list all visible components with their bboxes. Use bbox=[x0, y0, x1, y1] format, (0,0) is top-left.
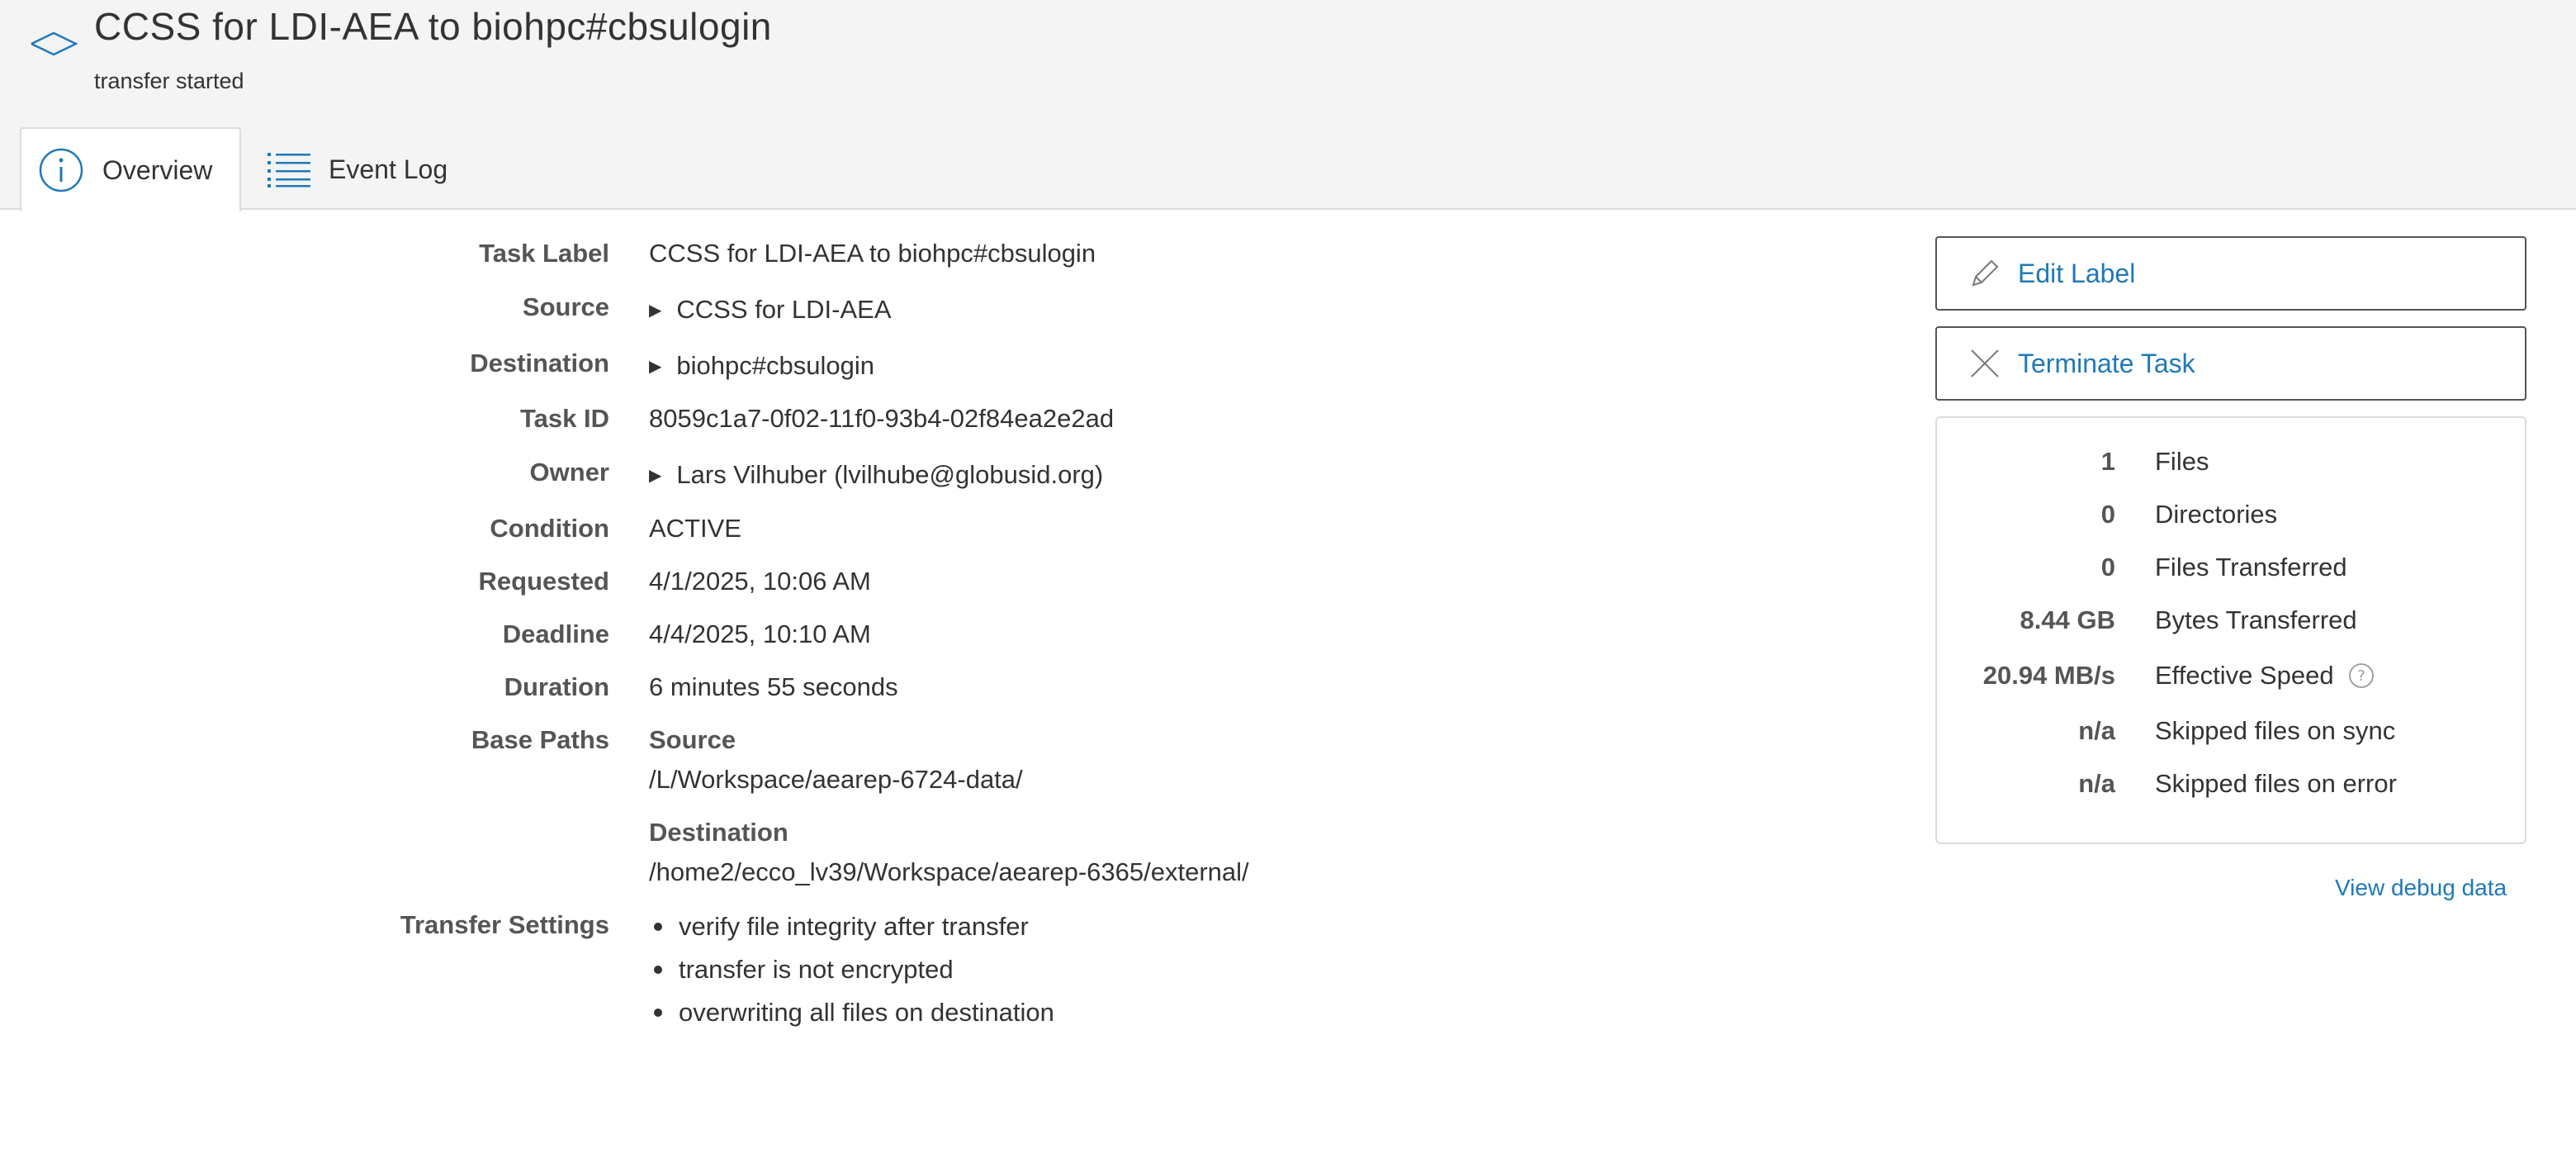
page-header: CCSS for LDI-AEA to biohpc#cbsulogin tra… bbox=[0, 0, 2576, 211]
base-path-destination-value: /home2/ecco_lv39/Workspace/aearep-6365/e… bbox=[649, 857, 1249, 886]
base-path-destination-label: Destination bbox=[649, 818, 788, 847]
task-id-value: 8059c1a7-0f02-11f0-93b4-02f84ea2e2ad bbox=[649, 404, 1115, 433]
stat-row-skipped-sync: n/a Skipped files on sync bbox=[1937, 706, 2525, 756]
bullet-icon bbox=[654, 1009, 662, 1017]
list-item: overwriting all files on destination bbox=[649, 996, 1054, 1039]
owner-toggle[interactable]: ▶ Lars Vilhuber (lvilhube@globusid.org) bbox=[649, 458, 1103, 495]
stat-label: Skipped files on sync bbox=[2155, 716, 2396, 745]
stat-label: Files Transferred bbox=[2155, 553, 2347, 582]
view-debug-data-link[interactable]: View debug data bbox=[2335, 872, 2507, 904]
expand-triangle-icon: ▶ bbox=[649, 301, 662, 320]
task-id-label: Task ID bbox=[520, 404, 609, 433]
stat-row-files-transferred: 0 Files Transferred bbox=[1937, 543, 2525, 592]
source-label: Source bbox=[522, 292, 609, 321]
destination-toggle[interactable]: ▶ biohpc#cbsulogin bbox=[649, 349, 874, 386]
requested-value: 4/1/2025, 10:06 AM bbox=[649, 567, 871, 596]
stat-label: Directories bbox=[2155, 500, 2278, 529]
base-path-source-value: /L/Workspace/aearep-6724-data/ bbox=[649, 765, 1023, 794]
stat-row-skipped-error: n/a Skipped files on error bbox=[1937, 759, 2525, 809]
svg-text:?: ? bbox=[2357, 667, 2365, 685]
source-toggle[interactable]: ▶ CCSS for LDI-AEA bbox=[649, 293, 892, 330]
task-label-label: Task Label bbox=[479, 239, 609, 268]
stat-label: Files bbox=[2155, 447, 2209, 476]
stat-label: Skipped files on error bbox=[2155, 769, 2397, 798]
tab-overview[interactable]: Overview bbox=[20, 127, 241, 211]
requested-label: Requested bbox=[478, 567, 609, 596]
terminate-task-text: Terminate Task bbox=[2018, 348, 2195, 378]
expand-triangle-icon: ▶ bbox=[649, 467, 662, 485]
page-subtitle: transfer started bbox=[94, 69, 244, 93]
stat-row-directories: 0 Directories bbox=[1937, 490, 2525, 539]
list-icon bbox=[268, 151, 310, 188]
stat-value: 20.94 MB/s bbox=[1982, 661, 2115, 690]
terminate-task-button[interactable]: Terminate Task bbox=[1935, 326, 2526, 401]
page-title: CCSS for LDI-AEA to biohpc#cbsulogin bbox=[94, 5, 772, 48]
task-label-value: CCSS for LDI-AEA to biohpc#cbsulogin bbox=[649, 239, 1096, 268]
destination-value: biohpc#cbsulogin bbox=[676, 351, 874, 380]
stat-value: n/a bbox=[2078, 769, 2115, 798]
stat-row-effective-speed: 20.94 MB/s Effective Speed ? bbox=[1937, 651, 2525, 700]
owner-value: Lars Vilhuber (lvilhube@globusid.org) bbox=[676, 460, 1104, 489]
destination-label: Destination bbox=[470, 349, 609, 377]
base-paths-label: Base Paths bbox=[471, 725, 609, 754]
condition-value: ACTIVE bbox=[649, 514, 741, 543]
edit-label-button[interactable]: Edit Label bbox=[1935, 236, 2526, 311]
transfer-settings-list: verify file integrity after transfer tra… bbox=[649, 910, 1054, 1039]
stat-row-bytes-transferred: 8.44 GB Bytes Transferred bbox=[1937, 596, 2525, 645]
deadline-value: 4/4/2025, 10:10 AM bbox=[649, 619, 871, 648]
stat-row-files: 1 Files bbox=[1937, 437, 2525, 487]
stat-label: Effective Speed bbox=[2155, 661, 2334, 690]
stat-label: Bytes Transferred bbox=[2155, 605, 2357, 634]
stat-value: 0 bbox=[2100, 500, 2115, 529]
list-item: verify file integrity after transfer bbox=[649, 910, 1054, 953]
transfer-settings-label: Transfer Settings bbox=[400, 910, 609, 939]
edit-label-text: Edit Label bbox=[2018, 258, 2136, 288]
transfer-stats-panel: 1 Files 0 Directories 0 Files Transferre… bbox=[1935, 416, 2526, 844]
owner-label: Owner bbox=[529, 458, 609, 487]
info-icon bbox=[38, 147, 84, 193]
bullet-icon bbox=[654, 923, 662, 931]
help-icon[interactable]: ? bbox=[2347, 662, 2375, 690]
tab-event-log-label: Event Log bbox=[329, 154, 448, 184]
duration-label: Duration bbox=[504, 672, 609, 701]
list-item: transfer is not encrypted bbox=[649, 953, 1054, 996]
tab-event-log[interactable]: Event Log bbox=[268, 127, 482, 211]
expand-triangle-icon: ▶ bbox=[649, 358, 662, 376]
stat-value: 0 bbox=[2100, 553, 2115, 582]
stat-label-effective-speed: Effective Speed ? bbox=[2155, 659, 2375, 692]
bullet-icon bbox=[654, 966, 662, 974]
stat-value: 8.44 GB bbox=[2020, 605, 2115, 634]
stat-value: 1 bbox=[2100, 447, 2115, 476]
base-path-source-label: Source bbox=[649, 725, 736, 754]
condition-label: Condition bbox=[490, 514, 609, 543]
close-icon bbox=[1968, 347, 2001, 380]
duration-value: 6 minutes 55 seconds bbox=[649, 672, 898, 701]
pencil-icon bbox=[1968, 257, 2001, 290]
chevron-back-icon[interactable] bbox=[30, 30, 78, 58]
deadline-label: Deadline bbox=[502, 619, 609, 648]
source-value: CCSS for LDI-AEA bbox=[676, 295, 892, 324]
tab-overview-label: Overview bbox=[102, 154, 213, 185]
stat-value: n/a bbox=[2078, 716, 2115, 745]
